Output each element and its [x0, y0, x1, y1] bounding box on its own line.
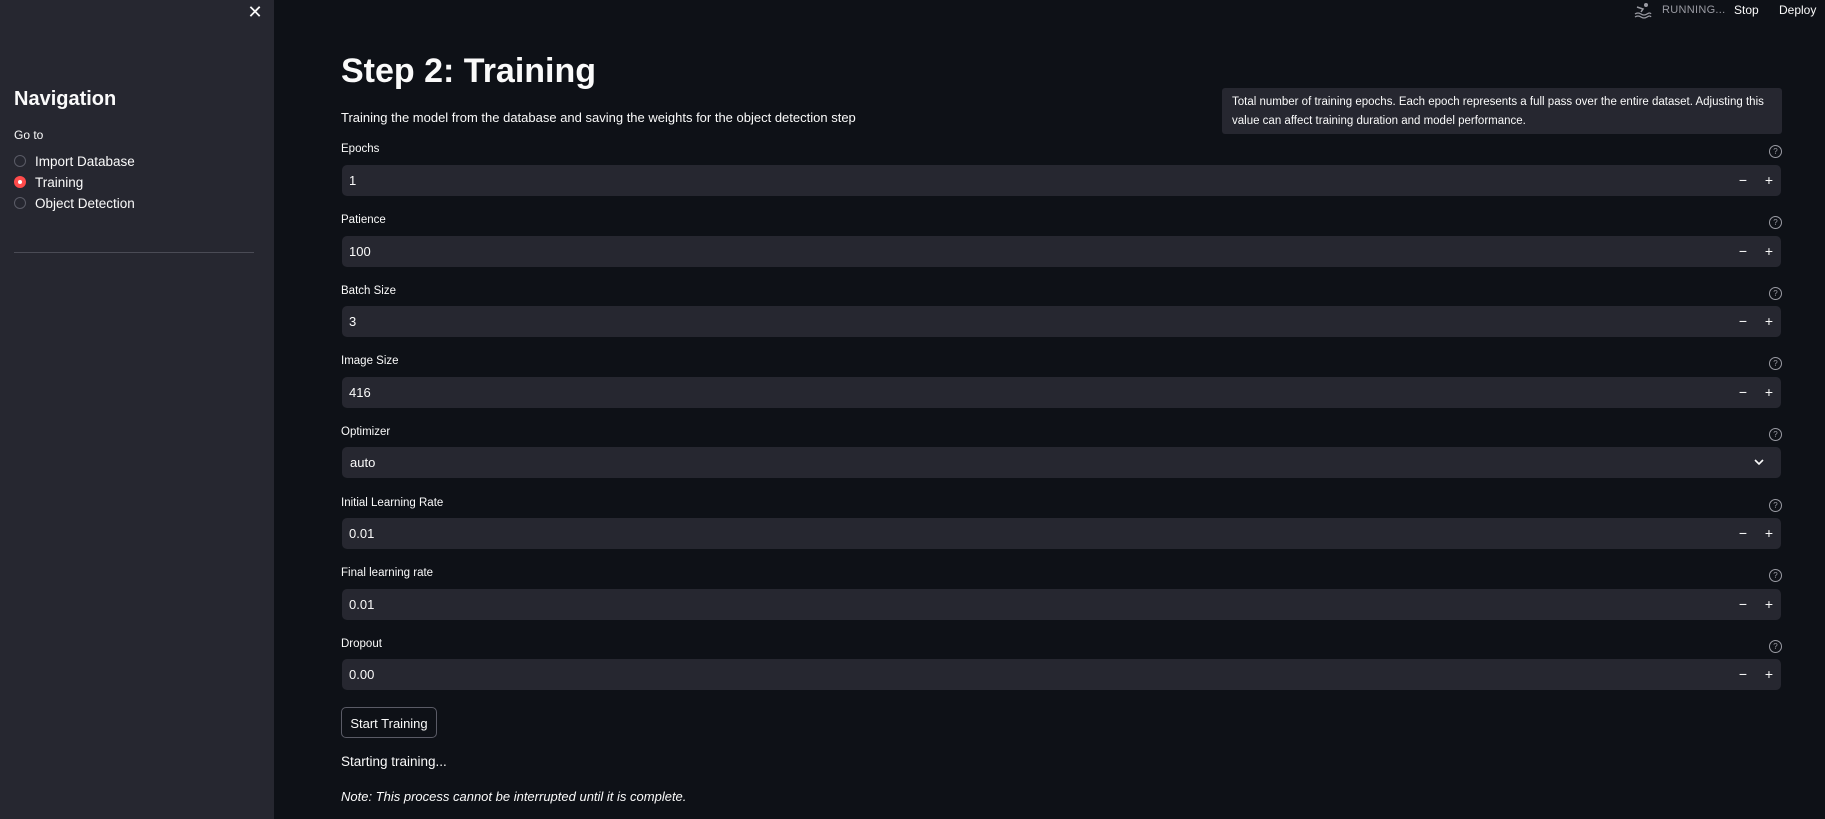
epochs-input[interactable]: 1 − + — [342, 165, 1781, 196]
initial-lr-increment-button[interactable]: + — [1759, 518, 1779, 549]
help-icon[interactable]: ? — [1769, 287, 1782, 300]
radio-import-database[interactable]: Import Database — [14, 151, 135, 171]
radio-unchecked-icon — [14, 197, 26, 209]
final-lr-decrement-button[interactable]: − — [1733, 589, 1753, 620]
stop-button[interactable]: Stop — [1734, 3, 1759, 17]
optimizer-value[interactable]: auto — [350, 447, 375, 478]
dropout-label: Dropout — [341, 638, 382, 650]
page-subtitle: Training the model from the database and… — [341, 110, 856, 125]
sidebar-title: Navigation — [14, 88, 117, 110]
epochs-value[interactable]: 1 — [349, 165, 356, 196]
radio-group-label: Go to — [14, 128, 44, 142]
patience-value[interactable]: 100 — [349, 236, 371, 267]
running-swimmer-icon — [1634, 3, 1652, 19]
help-icon[interactable]: ? — [1769, 569, 1782, 582]
final-lr-input[interactable]: 0.01 − + — [342, 589, 1781, 620]
image-size-decrement-button[interactable]: − — [1733, 377, 1753, 408]
epochs-label: Epochs — [341, 143, 380, 155]
patience-label: Patience — [341, 214, 386, 226]
help-icon[interactable]: ? — [1769, 428, 1782, 441]
optimizer-label: Optimizer — [341, 426, 391, 438]
running-status: RUNNING... — [1662, 4, 1726, 16]
radio-label: Import Database — [35, 153, 135, 169]
image-size-increment-button[interactable]: + — [1759, 377, 1779, 408]
initial-lr-input[interactable]: 0.01 − + — [342, 518, 1781, 549]
radio-label: Training — [35, 174, 84, 190]
epochs-increment-button[interactable]: + — [1759, 165, 1779, 196]
initial-lr-decrement-button[interactable]: − — [1733, 518, 1753, 549]
batch-size-label: Batch Size — [341, 285, 396, 297]
final-lr-value[interactable]: 0.01 — [349, 589, 374, 620]
sidebar-divider — [14, 252, 254, 253]
training-status-text: Starting training... — [341, 754, 447, 769]
batch-size-value[interactable]: 3 — [349, 306, 356, 337]
deploy-button[interactable]: Deploy — [1779, 3, 1816, 17]
dropout-decrement-button[interactable]: − — [1733, 659, 1753, 690]
optimizer-select[interactable]: auto — [342, 447, 1781, 478]
final-lr-label: Final learning rate — [341, 567, 434, 579]
image-size-label: Image Size — [341, 355, 399, 367]
dropout-value[interactable]: 0.00 — [349, 659, 374, 690]
batch-size-input[interactable]: 3 − + — [342, 306, 1781, 337]
radio-label: Object Detection — [35, 195, 135, 211]
help-icon[interactable]: ? — [1769, 640, 1782, 653]
help-icon[interactable]: ? — [1769, 145, 1782, 158]
final-lr-increment-button[interactable]: + — [1759, 589, 1779, 620]
help-tooltip: Total number of training epochs. Each ep… — [1222, 88, 1782, 134]
radio-object-detection[interactable]: Object Detection — [14, 193, 135, 213]
radio-checked-icon — [14, 176, 26, 188]
training-note: Note: This process cannot be interrupted… — [341, 789, 687, 804]
image-size-value[interactable]: 416 — [349, 377, 371, 408]
patience-increment-button[interactable]: + — [1759, 236, 1779, 267]
sidebar: ✕ Navigation Go to Import Database Train… — [0, 0, 274, 819]
help-icon[interactable]: ? — [1769, 216, 1782, 229]
start-training-button[interactable]: Start Training — [341, 707, 437, 738]
image-size-input[interactable]: 416 − + — [342, 377, 1781, 408]
page-title: Step 2: Training — [341, 52, 597, 90]
initial-lr-value[interactable]: 0.01 — [349, 518, 374, 549]
batch-size-decrement-button[interactable]: − — [1733, 306, 1753, 337]
dropout-increment-button[interactable]: + — [1759, 659, 1779, 690]
close-icon[interactable]: ✕ — [246, 2, 264, 22]
patience-decrement-button[interactable]: − — [1733, 236, 1753, 267]
radio-unchecked-icon — [14, 155, 26, 167]
help-icon[interactable]: ? — [1769, 357, 1782, 370]
batch-size-increment-button[interactable]: + — [1759, 306, 1779, 337]
chevron-down-icon[interactable] — [1753, 456, 1765, 468]
epochs-decrement-button[interactable]: − — [1733, 165, 1753, 196]
help-icon[interactable]: ? — [1769, 499, 1782, 512]
dropout-input[interactable]: 0.00 − + — [342, 659, 1781, 690]
patience-input[interactable]: 100 − + — [342, 236, 1781, 267]
initial-lr-label: Initial Learning Rate — [341, 497, 444, 509]
radio-training[interactable]: Training — [14, 172, 83, 192]
